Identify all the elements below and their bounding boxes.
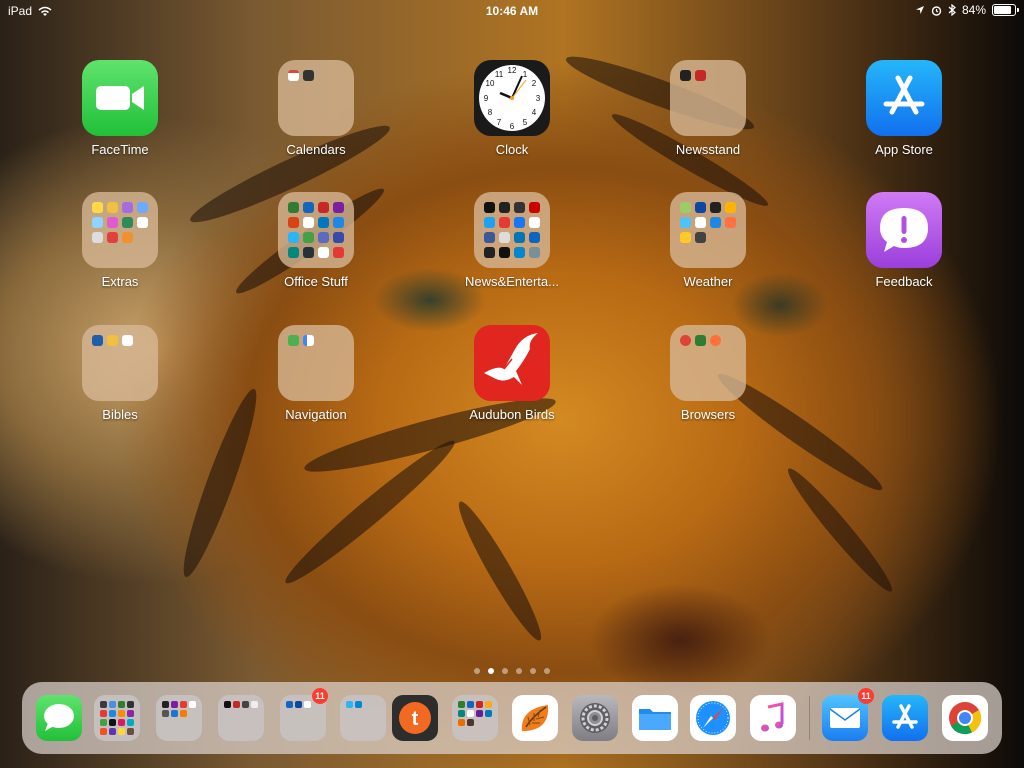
folder-extras[interactable]: Extras: [65, 192, 175, 289]
svg-text:5: 5: [523, 118, 528, 127]
page-dot[interactable]: [530, 668, 536, 674]
app-label: Weather: [683, 274, 733, 289]
battery-percent: 84%: [961, 3, 986, 17]
folder-icon: [670, 325, 746, 401]
folder-icon: [670, 192, 746, 268]
app-label: Navigation: [285, 407, 347, 422]
app-label: Extras: [101, 274, 139, 289]
folder-icon: [100, 701, 134, 735]
page-dot[interactable]: [502, 668, 508, 674]
folder-icon: [278, 192, 354, 268]
app-label: Calendars: [286, 142, 346, 157]
page-indicator[interactable]: [0, 661, 1024, 679]
folder-bibles[interactable]: Bibles: [65, 325, 175, 422]
clock-time: 10:46 AM: [485, 4, 539, 18]
bird-icon: [474, 325, 550, 401]
location-arrow-icon: [915, 6, 924, 14]
music-note-icon[interactable]: [750, 695, 796, 741]
leaf-icon[interactable]: [512, 695, 558, 741]
svg-text:3: 3: [536, 94, 541, 103]
page-dot[interactable]: [474, 668, 480, 674]
folder-icon: [670, 60, 746, 136]
dock-divider: [809, 696, 810, 740]
folder-office-stuff[interactable]: Office Stuff: [261, 192, 371, 289]
app-store-icon: [866, 60, 942, 136]
page-dot[interactable]: [516, 668, 522, 674]
folder-icon: [346, 701, 362, 708]
svg-text:1: 1: [523, 70, 528, 79]
app-feedback[interactable]: Feedback: [849, 192, 959, 289]
folder-icon: [224, 701, 258, 708]
messages-icon[interactable]: [36, 695, 82, 741]
alarm-icon: [931, 5, 942, 16]
app-app-store[interactable]: App Store: [849, 60, 959, 157]
folder-icon: [278, 325, 354, 401]
battery-level: [994, 6, 1011, 14]
app-label: FaceTime: [91, 142, 149, 157]
svg-text:2: 2: [532, 79, 537, 88]
video-camera-icon: [82, 60, 158, 136]
chrome-icon[interactable]: [942, 695, 988, 741]
folder-navigation[interactable]: Navigation: [261, 325, 371, 422]
svg-text:t: t: [412, 708, 419, 730]
folder-calendars[interactable]: Calendars: [261, 60, 371, 157]
app-audubon-birds[interactable]: Audubon Birds: [457, 325, 567, 422]
app-clock[interactable]: 12 1 2 3 4567 8 9 10 11 Clock: [457, 60, 567, 157]
gear-icon[interactable]: [572, 695, 618, 741]
app-label: Office Stuff: [284, 274, 348, 289]
tapatalk-icon[interactable]: t: [392, 695, 438, 741]
app-label: Newsstand: [675, 142, 741, 157]
dock-folder-2[interactable]: [156, 695, 202, 741]
notification-badge: 11: [858, 688, 874, 704]
page-dot[interactable]: [544, 668, 550, 674]
app-label: Clock: [495, 142, 529, 157]
folder-icon: [458, 701, 492, 726]
dock-folder-6[interactable]: [452, 695, 498, 741]
svg-text:6: 6: [510, 122, 515, 131]
folder-icon: [162, 701, 196, 717]
app-label: Browsers: [680, 407, 736, 422]
folder-news-entertainment[interactable]: News&Enterta...: [457, 192, 567, 289]
dock-folder-1[interactable]: [94, 695, 140, 741]
app-label: Bibles: [102, 407, 138, 422]
files-folder-icon[interactable]: [632, 695, 678, 741]
folder-icon: [474, 192, 550, 268]
bluetooth-icon: [948, 4, 956, 16]
folder-browsers[interactable]: Browsers: [653, 325, 763, 422]
status-bar: iPad 10:46 AM 84%: [0, 0, 1024, 22]
app-label: News&Enterta...: [465, 274, 559, 289]
dock-folder-3[interactable]: [218, 695, 264, 741]
folder-icon: [82, 192, 158, 268]
folder-icon: [82, 325, 158, 401]
svg-text:8: 8: [488, 108, 493, 117]
app-store-icon[interactable]: [882, 695, 928, 741]
folder-newsstand[interactable]: Newsstand: [653, 60, 763, 157]
folder-icon: [278, 60, 354, 136]
compass-icon[interactable]: [690, 695, 736, 741]
svg-text:9: 9: [484, 94, 489, 103]
dock: 11 t 11: [22, 682, 1002, 754]
notification-badge: 11: [312, 688, 328, 704]
app-label: Audubon Birds: [469, 407, 555, 422]
dock-folder-5[interactable]: [340, 695, 386, 741]
folder-weather[interactable]: Weather: [653, 192, 763, 289]
page-dot[interactable]: [488, 668, 494, 674]
feedback-exclamation-icon: [866, 192, 942, 268]
app-label: App Store: [875, 142, 933, 157]
svg-text:11: 11: [495, 70, 504, 79]
svg-text:7: 7: [497, 118, 502, 127]
svg-text:4: 4: [532, 108, 537, 117]
app-label: Feedback: [875, 274, 933, 289]
battery-icon: [992, 4, 1019, 16]
app-facetime[interactable]: FaceTime: [65, 60, 175, 157]
svg-text:12: 12: [508, 66, 517, 75]
clock-icon: 12 1 2 3 4567 8 9 10 11: [474, 60, 550, 136]
svg-text:10: 10: [486, 79, 495, 88]
